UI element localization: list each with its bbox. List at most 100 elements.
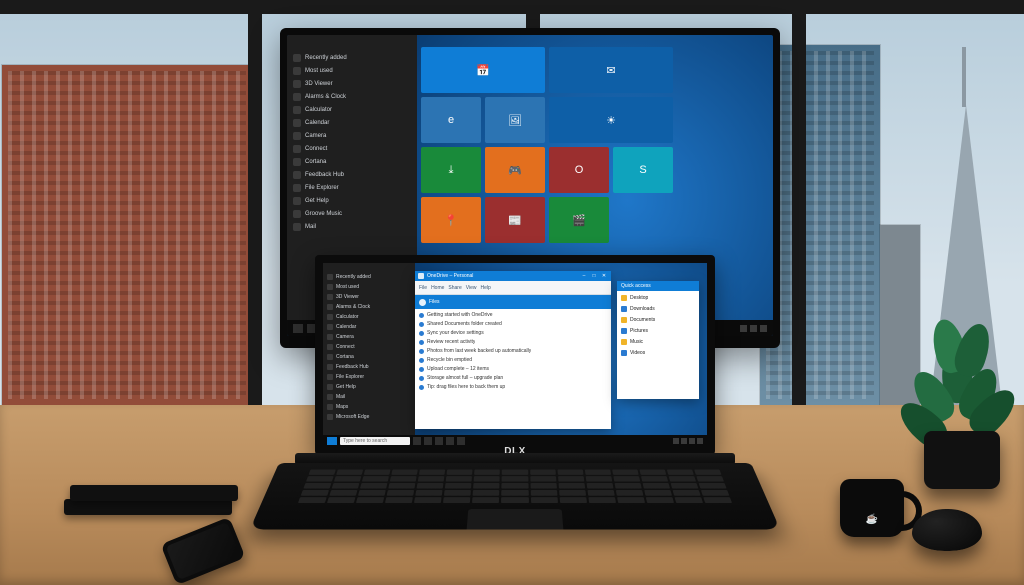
start-app-item[interactable]: Alarms & Clock xyxy=(327,303,411,311)
panel-title[interactable]: Quick access xyxy=(617,281,699,291)
tile-news[interactable]: 📰 xyxy=(485,197,545,243)
start-app-item[interactable]: Feedback Hub xyxy=(293,170,411,180)
keyboard-key[interactable] xyxy=(502,476,528,481)
keyboard-key[interactable] xyxy=(444,490,471,496)
tile-store[interactable]: ⤓ xyxy=(421,147,481,193)
ribbon-tab[interactable]: Share xyxy=(448,285,461,291)
laptop-keyboard[interactable] xyxy=(297,470,732,505)
keyboard-key[interactable] xyxy=(473,490,500,496)
tile-skype[interactable]: S xyxy=(613,147,673,193)
tray-network-icon[interactable] xyxy=(681,438,687,444)
tile-weather[interactable]: ☀ xyxy=(549,97,673,143)
keyboard-key[interactable] xyxy=(694,470,721,475)
tray-clock[interactable] xyxy=(760,325,767,332)
app-body[interactable]: Getting started with OneDriveShared Docu… xyxy=(415,309,611,429)
keyboard-key[interactable] xyxy=(587,490,614,496)
keyboard-key[interactable] xyxy=(612,470,639,475)
keyboard-key[interactable] xyxy=(670,483,698,489)
keyboard-key[interactable] xyxy=(474,483,500,489)
taskbar-store-icon[interactable] xyxy=(446,437,454,445)
file-app-window[interactable]: OneDrive – Personal – □ ✕ File Home Shar… xyxy=(415,271,611,429)
keyboard-key[interactable] xyxy=(446,476,472,481)
list-item[interactable]: Recycle bin emptied xyxy=(419,357,607,363)
quick-access-item[interactable]: Pictures xyxy=(621,327,695,335)
keyboard-key[interactable] xyxy=(530,497,557,503)
list-item[interactable]: Upload complete – 12 items xyxy=(419,366,607,372)
keyboard-key[interactable] xyxy=(474,476,500,481)
keyboard-key[interactable] xyxy=(613,476,640,481)
start-app-item[interactable]: Cortana xyxy=(327,353,411,361)
ribbon-tab[interactable]: File xyxy=(419,285,427,291)
quick-access-item[interactable]: Downloads xyxy=(621,305,695,313)
keyboard-key[interactable] xyxy=(530,470,556,475)
app-titlebar[interactable]: OneDrive – Personal – □ ✕ xyxy=(415,271,611,281)
keyboard-key[interactable] xyxy=(558,483,585,489)
keyboard-key[interactable] xyxy=(559,490,586,496)
keyboard-key[interactable] xyxy=(616,490,644,496)
keyboard-key[interactable] xyxy=(502,490,529,496)
keyboard-key[interactable] xyxy=(358,490,386,496)
start-app-item[interactable]: Most used xyxy=(293,66,411,76)
start-app-item[interactable]: Maps xyxy=(327,403,411,411)
keyboard-key[interactable] xyxy=(298,497,327,503)
keyboard-key[interactable] xyxy=(558,476,584,481)
keyboard-key[interactable] xyxy=(418,476,445,481)
list-item[interactable]: Photos from last week backed up automati… xyxy=(419,348,607,354)
keyboard-key[interactable] xyxy=(585,476,612,481)
keyboard-key[interactable] xyxy=(559,497,586,503)
keyboard-key[interactable] xyxy=(392,470,419,475)
quick-access-item[interactable]: Music xyxy=(621,338,695,346)
start-app-item[interactable]: Alarms & Clock xyxy=(293,92,411,102)
keyboard-key[interactable] xyxy=(301,490,329,496)
keyboard-key[interactable] xyxy=(641,476,668,481)
start-app-item[interactable]: Camera xyxy=(293,131,411,141)
keyboard-key[interactable] xyxy=(336,470,363,475)
keyboard-key[interactable] xyxy=(327,497,356,503)
laptop-trackpad[interactable] xyxy=(466,509,563,529)
keyboard-key[interactable] xyxy=(703,497,732,503)
keyboard-key[interactable] xyxy=(332,483,360,489)
keyboard-key[interactable] xyxy=(306,476,334,481)
minimize-button[interactable]: – xyxy=(580,273,588,279)
ribbon-tab[interactable]: View xyxy=(466,285,477,291)
start-app-item[interactable]: 3D Viewer xyxy=(327,293,411,301)
tray-clock[interactable] xyxy=(697,438,703,444)
close-button[interactable]: ✕ xyxy=(600,273,608,279)
keyboard-key[interactable] xyxy=(445,483,472,489)
start-app-item[interactable]: Connect xyxy=(327,343,411,351)
keyboard-key[interactable] xyxy=(646,497,674,503)
ribbon-tab[interactable]: Help xyxy=(481,285,491,291)
keyboard-key[interactable] xyxy=(447,470,473,475)
quick-access-item[interactable]: Videos xyxy=(621,349,695,357)
keyboard-key[interactable] xyxy=(414,497,442,503)
taskbar-explorer-icon[interactable] xyxy=(424,437,432,445)
keyboard-key[interactable] xyxy=(701,490,729,496)
keyboard-key[interactable] xyxy=(639,470,666,475)
keyboard-key[interactable] xyxy=(417,483,444,489)
app-ribbon[interactable]: File Home Share View Help xyxy=(415,281,611,295)
list-item[interactable]: Review recent activity xyxy=(419,339,607,345)
tile-mail[interactable]: ✉ xyxy=(549,47,673,93)
start-app-item[interactable]: Mail xyxy=(327,393,411,401)
keyboard-key[interactable] xyxy=(699,483,727,489)
tray-network-icon[interactable] xyxy=(740,325,747,332)
taskbar-search[interactable]: Type here to search xyxy=(340,437,410,445)
keyboard-key[interactable] xyxy=(475,470,501,475)
keyboard-key[interactable] xyxy=(672,490,700,496)
keyboard-key[interactable] xyxy=(502,483,528,489)
tile-edge[interactable]: e xyxy=(421,97,481,143)
keyboard-key[interactable] xyxy=(387,490,415,496)
list-item[interactable]: Shared Documents folder created xyxy=(419,321,607,327)
list-item[interactable]: Sync your device settings xyxy=(419,330,607,336)
start-app-item[interactable]: Recently added xyxy=(327,273,411,281)
keyboard-key[interactable] xyxy=(588,497,616,503)
keyboard-key[interactable] xyxy=(674,497,703,503)
taskbar-mail-icon[interactable] xyxy=(457,437,465,445)
quick-access-item[interactable]: Desktop xyxy=(621,294,695,302)
keyboard-key[interactable] xyxy=(303,483,331,489)
start-app-item[interactable]: Most used xyxy=(327,283,411,291)
keyboard-key[interactable] xyxy=(502,497,529,503)
keyboard-key[interactable] xyxy=(388,483,415,489)
start-app-item[interactable]: 3D Viewer xyxy=(293,79,411,89)
tile-photos[interactable]: 🖼 xyxy=(485,97,545,143)
